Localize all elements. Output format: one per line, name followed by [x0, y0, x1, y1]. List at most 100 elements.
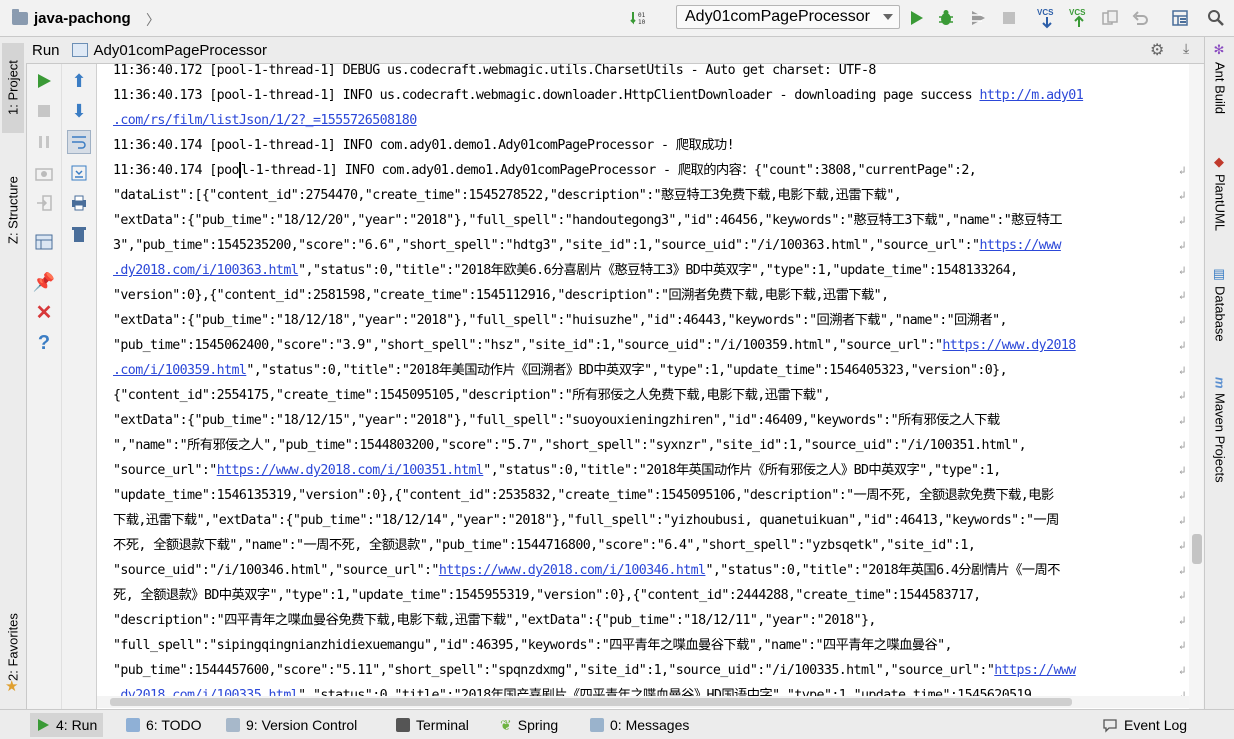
tab-spring[interactable]: ❦ Spring [494, 713, 564, 737]
console-line: 11:36:40.172 [pool-1-thread-1] DEBUG us.… [113, 64, 1185, 83]
layout-icon[interactable] [32, 230, 56, 254]
run-icon[interactable] [904, 6, 928, 30]
revert-icon[interactable] [1128, 6, 1152, 30]
tab-version-control[interactable]: 9: Version Control [220, 713, 363, 737]
tab-maven-projects[interactable]: m Maven Projects [1209, 377, 1231, 502]
console-output[interactable]: 11:36:40.172 [pool-1-thread-1] DEBUG us.… [97, 64, 1189, 709]
debug-icon[interactable] [934, 6, 958, 30]
exit-icon[interactable] [32, 191, 56, 215]
console-line: "dataList":[{"content_id":2754470,"creat… [113, 183, 1185, 208]
console-text: "extData":{"pub_time":"18/12/18","year":… [113, 313, 1008, 328]
stop-icon[interactable] [997, 6, 1021, 30]
tab-terminal[interactable]: Terminal [390, 713, 475, 737]
vertical-scrollbar-thumb[interactable] [1192, 534, 1202, 564]
console-text: "description":"四平青年之喋血曼谷免费下载,电影下载,迅雷下载",… [113, 613, 876, 628]
tab-structure[interactable]: Z: Structure [2, 155, 24, 265]
console-line: .com/rs/film/listJson/1/2?_=155572650818… [113, 108, 1185, 133]
gear-icon[interactable]: ⚙ [1150, 40, 1164, 60]
close-icon[interactable]: ✕ [32, 300, 56, 324]
console-line: "source_uid":"/i/100346.html","source_ur… [113, 558, 1185, 583]
arrow-up-icon[interactable]: ⬆ [67, 69, 91, 93]
tab-maven-projects-label: Maven Projects [1212, 392, 1228, 483]
console-text: ","status":0,"title":"2018年英国6.4分剧情片《一周不 [705, 563, 1060, 578]
messages-icon [590, 718, 604, 732]
build-icon[interactable]: 01 10 [626, 6, 650, 30]
console-link[interactable]: https://www [979, 238, 1061, 253]
console-line: 死, 全额退款》BD中英双字","type":1,"update_time":1… [113, 583, 1185, 608]
console-line: "description":"四平青年之喋血曼谷免费下载,电影下载,迅雷下载",… [113, 608, 1185, 633]
tab-project[interactable]: 1: Project [2, 43, 24, 133]
project-breadcrumb[interactable]: java-pachong [12, 6, 131, 30]
coverage-icon[interactable] [966, 6, 990, 30]
console-text: "source_uid":"/i/100346.html","source_ur… [113, 563, 439, 578]
tab-event-log-label: Event Log [1124, 717, 1188, 733]
console-link[interactable]: .com/rs/film/listJson/1/2?_=155572650818… [113, 113, 417, 128]
print-icon[interactable] [67, 191, 91, 215]
console-line: 不死, 全额退款下载","name":"一周不死, 全额退款","pub_tim… [113, 533, 1185, 558]
vcs-update-icon[interactable]: VCS [1035, 6, 1059, 30]
run-tab-label: Ady01comPageProcessor [93, 41, 267, 59]
soft-wrap-icon[interactable] [67, 130, 91, 154]
tab-ant-build[interactable]: ✻ Ant Build [1209, 43, 1231, 138]
soft-wrap-mark-icon: ↲ [1178, 214, 1185, 227]
vcs-icon [226, 718, 240, 732]
stop-icon[interactable] [32, 99, 56, 123]
soft-wrap-mark-icon: ↲ [1178, 539, 1185, 552]
minimize-icon[interactable]: ⤓ [1183, 40, 1189, 57]
vcs-commit-icon[interactable]: VCS [1067, 6, 1091, 30]
console-line: 3","pub_time":1545235200,"score":"6.6","… [113, 233, 1185, 258]
vertical-scrollbar[interactable] [1189, 64, 1203, 709]
soft-wrap-mark-icon: ↲ [1178, 414, 1185, 427]
soft-wrap-mark-icon: ↲ [1178, 489, 1185, 502]
scroll-to-end-icon[interactable] [67, 161, 91, 185]
console-line: .com/i/100359.html","status":0,"title":"… [113, 358, 1185, 383]
console-link[interactable]: https://www.dy2018.com/i/100351.html [217, 463, 484, 478]
console-text: "update_time":1546135319,"version":0},{"… [113, 488, 1054, 503]
soft-wrap-mark-icon: ↲ [1178, 389, 1185, 402]
help-icon[interactable]: ? [32, 331, 56, 355]
console-line: "extData":{"pub_time":"18/12/20","year":… [113, 208, 1185, 233]
console-link[interactable]: .dy2018.com/i/100363.html [113, 263, 299, 278]
arrow-down-icon[interactable]: ⬇ [67, 99, 91, 123]
right-tool-stripe: ✻ Ant Build ◆ PlantUML ▤ Database m Mave… [1204, 37, 1234, 709]
console-link[interactable]: .com/i/100359.html [113, 363, 247, 378]
dump-threads-icon[interactable] [32, 161, 56, 185]
console-line: 11:36:40.174 [pool-1-thread-1] INFO com.… [113, 133, 1185, 158]
console-text: "extData":{"pub_time":"18/12/15","year":… [113, 413, 1000, 428]
star-icon: ★ [5, 678, 19, 695]
run-configuration-label: Ady01comPageProcessor [685, 8, 870, 25]
console-line: "pub_time":1545062400,"score":"3.9","sho… [113, 333, 1185, 358]
vcs-history-icon[interactable] [1098, 6, 1122, 30]
console-link[interactable]: https://www.dy2018 [942, 338, 1076, 353]
pause-icon[interactable] [32, 130, 56, 154]
tab-plantuml[interactable]: ◆ PlantUML [1209, 155, 1231, 245]
pin-icon[interactable]: 📌 [32, 270, 56, 294]
console-text: "pub_time":1545062400,"score":"3.9","sho… [113, 338, 943, 353]
console-link[interactable]: https://www [994, 663, 1076, 678]
run-configuration-select[interactable]: Ady01comPageProcessor [676, 5, 900, 29]
run-tab[interactable]: Ady01comPageProcessor [71, 41, 267, 59]
project-structure-icon[interactable] [1168, 6, 1192, 30]
rerun-icon[interactable] [32, 69, 56, 93]
soft-wrap-mark-icon: ↲ [1178, 339, 1185, 352]
plantuml-icon: ◆ [1212, 155, 1228, 170]
console-text: ","status":0,"title":"2018年美国动作片《回溯者》BD中… [246, 363, 1007, 378]
console-link[interactable]: http://m.ady01 [979, 88, 1083, 103]
svg-text:VCS: VCS [1069, 8, 1086, 17]
tab-favorites-label: 2: Favorites [5, 613, 21, 681]
search-icon[interactable] [1204, 6, 1228, 30]
tab-event-log[interactable]: Event Log [1096, 713, 1193, 737]
console-text: "source_url":" [113, 463, 217, 478]
console-link[interactable]: https://www.dy2018.com/i/100346.html [439, 563, 706, 578]
trash-icon[interactable] [67, 222, 91, 246]
tab-todo[interactable]: 6: TODO [120, 713, 208, 737]
tab-run[interactable]: 4: Run [30, 713, 104, 737]
event-log-icon [1103, 719, 1117, 733]
horizontal-scrollbar-thumb[interactable] [110, 698, 1072, 706]
console-text: 不死, 全额退款下载","name":"一周不死, 全额退款","pub_tim… [113, 538, 976, 553]
soft-wrap-mark-icon: ↲ [1178, 289, 1185, 302]
tab-messages[interactable]: 0: Messages [584, 713, 695, 737]
tab-spring-label: Spring [517, 717, 559, 733]
tab-todo-label: 6: TODO [146, 717, 202, 733]
tab-database[interactable]: ▤ Database [1209, 267, 1231, 352]
